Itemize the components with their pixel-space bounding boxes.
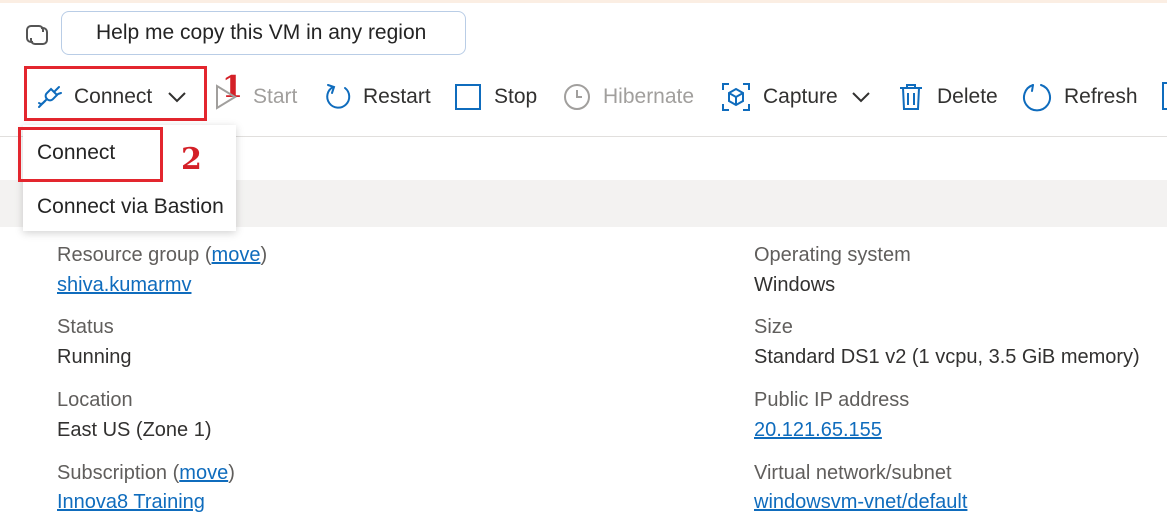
size-value: Standard DS1 v2 (1 vcpu, 3.5 GiB memory) (754, 346, 1140, 368)
subscription-move-link[interactable]: move (179, 462, 228, 484)
stop-button[interactable]: Stop (455, 74, 537, 120)
clock-icon (563, 83, 591, 111)
subscription-link[interactable]: Innova8 Training (57, 491, 205, 514)
capture-button[interactable]: Capture (722, 74, 872, 120)
virtual-network-link[interactable]: windowsvm-vnet/default (754, 491, 967, 514)
connect-menu-highlight-box (18, 127, 163, 182)
operating-system-value: Windows (754, 274, 836, 296)
size-label: Size (754, 316, 793, 338)
refresh-label: Refresh (1064, 85, 1138, 108)
refresh-icon (1022, 82, 1052, 112)
capture-label: Capture (763, 85, 838, 108)
chevron-down-icon (850, 86, 872, 108)
restart-label: Restart (363, 85, 431, 108)
copilot-suggestion-text: Help me copy this VM in any region (96, 21, 427, 44)
copilot-icon[interactable] (22, 20, 52, 50)
hibernate-button[interactable]: Hibernate (563, 74, 694, 120)
delete-button[interactable]: Delete (899, 74, 998, 120)
status-value: Running (57, 346, 132, 368)
top-strip (0, 0, 1167, 3)
overflow-toolbar-icon[interactable] (1162, 82, 1167, 110)
operating-system-label: Operating system (754, 244, 911, 266)
capture-icon (722, 83, 750, 111)
restart-button[interactable]: Restart (325, 74, 431, 120)
virtual-network-label: Virtual network/subnet (754, 462, 952, 484)
restart-icon (325, 83, 351, 111)
annotation-marker-2: 2 (181, 142, 202, 177)
status-label: Status (57, 316, 114, 338)
refresh-button[interactable]: Refresh (1022, 74, 1138, 120)
resource-group-move-link[interactable]: move (212, 244, 261, 266)
location-label: Location (57, 389, 133, 411)
public-ip-label: Public IP address (754, 389, 910, 411)
menu-item-connect-via-bastion[interactable]: Connect via Bastion (37, 195, 224, 219)
start-button[interactable]: Start (214, 74, 297, 120)
location-value: East US (Zone 1) (57, 419, 212, 441)
resource-group-link[interactable]: shiva.kumarmv (57, 274, 191, 297)
connect-highlight-box (24, 66, 207, 121)
play-icon (214, 84, 238, 110)
resource-group-label: Resource group (move) (57, 244, 268, 266)
delete-label: Delete (937, 85, 998, 108)
stop-label: Stop (494, 85, 538, 108)
trash-icon (899, 83, 923, 111)
stop-icon (455, 84, 481, 110)
start-label: Start (253, 85, 298, 108)
copilot-suggestion-button[interactable]: Help me copy this VM in any region (61, 11, 466, 55)
public-ip-link[interactable]: 20.121.65.155 (754, 419, 882, 442)
subscription-label: Subscription (move) (57, 462, 235, 484)
hibernate-label: Hibernate (603, 85, 695, 108)
